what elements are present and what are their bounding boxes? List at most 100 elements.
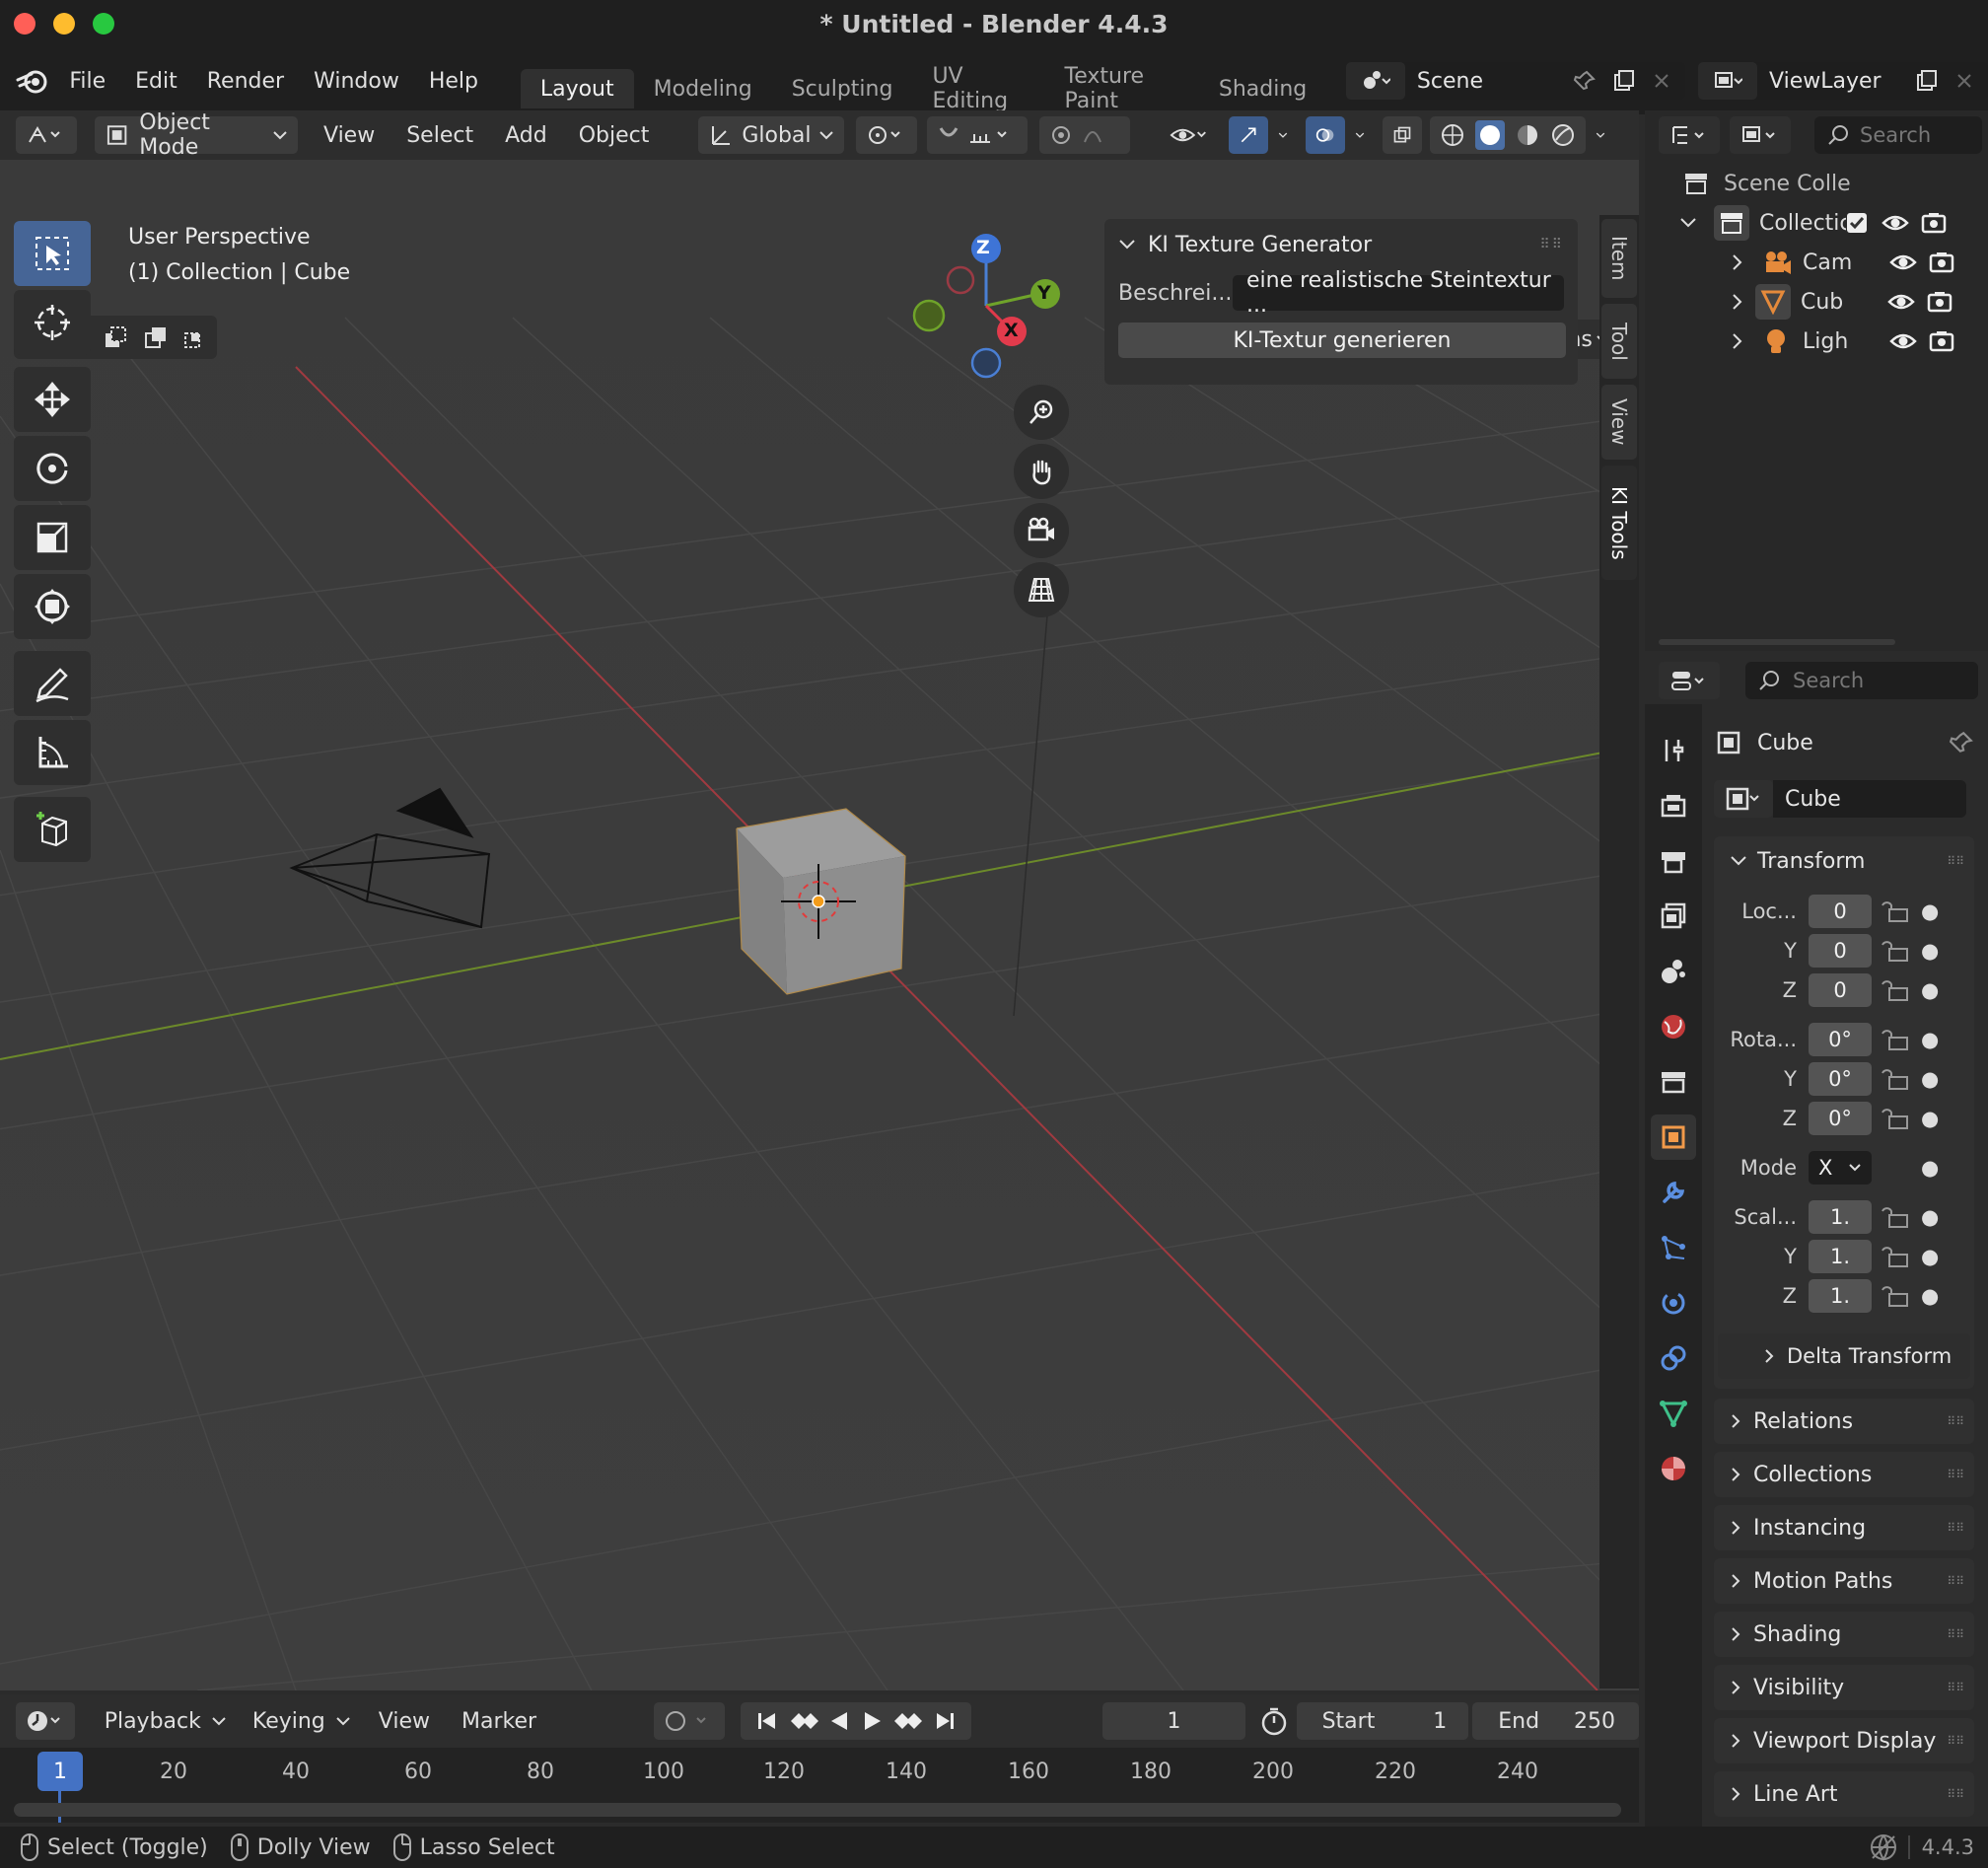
scene-name[interactable]: Scene [1405, 69, 1573, 94]
lock-icon[interactable] [1872, 939, 1909, 963]
rotation-mode-dropdown[interactable]: X [1809, 1151, 1872, 1185]
rotation-z-field[interactable]: 0° [1809, 1102, 1872, 1135]
location-z-field[interactable]: 0 [1809, 973, 1872, 1007]
location-y-field[interactable]: 0 [1809, 934, 1872, 968]
menu-edit[interactable]: Edit [120, 69, 192, 94]
scale-x-field[interactable]: 1. [1809, 1200, 1872, 1234]
rotation-x-field[interactable]: 0° [1809, 1023, 1872, 1056]
pan-hand-icon[interactable] [1014, 444, 1069, 499]
view-layer-properties-tab-icon[interactable] [1651, 894, 1696, 939]
outliner-collection-row[interactable]: Collectic [1645, 203, 1988, 243]
timeline-menu-playback[interactable]: Playback [95, 1702, 237, 1740]
delete-scene-icon[interactable] [1652, 71, 1685, 91]
gizmo-x-label[interactable]: X [1004, 320, 1019, 341]
sidebar-tab-view[interactable]: View [1601, 385, 1637, 460]
delta-transform-header[interactable]: Delta Transform [1718, 1333, 1970, 1379]
outliner-editor-type-icon[interactable] [1659, 116, 1720, 154]
transform-tool[interactable] [14, 574, 91, 639]
instancing-panel-header[interactable]: Instancing ⠿⠿ [1714, 1505, 1974, 1550]
properties-search-field[interactable]: Search [1745, 662, 1978, 699]
move-tool[interactable] [14, 367, 91, 432]
rotation-y-field[interactable]: 0° [1809, 1062, 1872, 1096]
scale-y-field[interactable]: 1. [1809, 1240, 1872, 1273]
pivot-point-icon[interactable] [856, 116, 918, 154]
gizmo-y-label[interactable]: Y [1037, 282, 1051, 304]
jump-to-end-icon[interactable] [933, 1709, 957, 1733]
keyframe-dot-icon[interactable]: ● [1909, 899, 1939, 923]
preview-range-icon[interactable] [1259, 1706, 1297, 1736]
outliner-item-camera[interactable]: Cam [1645, 243, 1988, 282]
sidebar-tab-item[interactable]: Item [1601, 219, 1637, 298]
motion-paths-panel-header[interactable]: Motion Paths ⠿⠿ [1714, 1558, 1974, 1604]
object-mode-dropdown[interactable]: Object Mode [95, 110, 298, 160]
add-cube-tool[interactable] [14, 797, 91, 862]
properties-editor-type-icon[interactable] [1659, 662, 1720, 699]
select-difference-icon[interactable] [138, 320, 174, 355]
sidebar-tab-ki-tools[interactable]: KI Tools [1601, 466, 1637, 580]
output-properties-tab-icon[interactable] [1651, 838, 1696, 884]
keyframe-dot-icon[interactable]: ● [1909, 1284, 1939, 1308]
workspace-tab-uv-editing[interactable]: UV Editing [912, 64, 1044, 113]
keyframe-dot-icon[interactable]: ● [1909, 1028, 1939, 1051]
sidebar-tab-tool[interactable]: Tool [1601, 304, 1637, 379]
jump-to-keyframe-forward-icon[interactable] [893, 1709, 924, 1733]
editor-type-icon[interactable] [16, 116, 77, 154]
outliner-scene-collection[interactable]: Scene Colle [1645, 164, 1988, 203]
workspace-tab-modeling[interactable]: Modeling [634, 69, 772, 108]
end-frame-field[interactable]: End 250 [1472, 1702, 1639, 1740]
annotate-tool[interactable] [14, 651, 91, 716]
outliner-item-light[interactable]: Ligh [1645, 322, 1988, 361]
select-box-tool[interactable] [14, 221, 91, 286]
workspace-tab-shading[interactable]: Shading [1199, 69, 1326, 108]
jump-to-keyframe-back-icon[interactable] [789, 1709, 818, 1733]
ki-panel-header[interactable]: KI Texture Generator ⠿⠿ [1104, 219, 1578, 270]
zoom-icon[interactable] [1014, 385, 1069, 440]
collections-panel-header[interactable]: Collections ⠿⠿ [1714, 1452, 1974, 1497]
viewport-display-panel-header[interactable]: Viewport Display ⠿⠿ [1714, 1718, 1974, 1763]
line-art-panel-header[interactable]: Line Art ⠿⠿ [1714, 1771, 1974, 1817]
eye-icon[interactable] [1889, 331, 1929, 351]
overlays-toggle-icon[interactable] [1306, 116, 1346, 154]
render-properties-tab-icon[interactable] [1651, 783, 1696, 828]
keyframe-dot-icon[interactable]: ● [1872, 1156, 1939, 1180]
scene-properties-tab-icon[interactable] [1651, 949, 1696, 994]
scene-icon[interactable] [1345, 62, 1405, 100]
scale-z-field[interactable]: 1. [1809, 1279, 1872, 1313]
lock-icon[interactable] [1872, 978, 1909, 1002]
scene-selector[interactable]: Scene [1345, 62, 1685, 100]
network-icon[interactable] [1869, 1832, 1898, 1862]
play-icon[interactable] [861, 1709, 885, 1733]
camera-view-icon[interactable] [1014, 503, 1069, 558]
new-scene-icon[interactable] [1612, 69, 1652, 93]
ki-description-input[interactable]: eine realistische Steintextur ... [1233, 268, 1564, 318]
measure-tool[interactable] [14, 720, 91, 785]
relations-panel-header[interactable]: Relations ⠿⠿ [1714, 1399, 1974, 1444]
object-properties-tab-icon[interactable] [1651, 1114, 1696, 1160]
view-layer-icon[interactable] [1698, 62, 1758, 100]
timeline-ruler[interactable]: 1 20 40 60 80 100 120 140 160 180 200 22… [0, 1748, 1639, 1823]
gizmo-toggle-icon[interactable] [1229, 116, 1269, 154]
keyframe-dot-icon[interactable]: ● [1909, 1067, 1939, 1091]
physics-properties-tab-icon[interactable] [1651, 1280, 1696, 1326]
outliner-search-field[interactable]: Search [1814, 116, 1982, 154]
data-properties-tab-icon[interactable] [1651, 1391, 1696, 1436]
keyframe-dot-icon[interactable]: ● [1909, 978, 1939, 1002]
visibility-icon[interactable] [1160, 116, 1221, 154]
auto-keying-icon[interactable] [654, 1702, 726, 1740]
menu-help[interactable]: Help [414, 69, 493, 94]
location-x-field[interactable]: 0 [1809, 895, 1872, 928]
proportional-editing-icon[interactable] [1039, 116, 1131, 154]
eye-icon[interactable] [1889, 252, 1929, 272]
constraints-properties-tab-icon[interactable] [1651, 1335, 1696, 1381]
keyframe-dot-icon[interactable]: ● [1909, 1107, 1939, 1130]
select-subtract-icon[interactable] [98, 320, 133, 355]
camera-render-icon[interactable] [1929, 330, 1954, 352]
menu-window[interactable]: Window [299, 69, 414, 94]
playhead-frame-indicator[interactable]: 1 [37, 1752, 83, 1791]
viewport-menu-add[interactable]: Add [495, 116, 557, 154]
collection-properties-tab-icon[interactable] [1651, 1059, 1696, 1105]
menu-render[interactable]: Render [192, 69, 299, 94]
object-name-field[interactable]: Cube [1773, 780, 1966, 818]
snapping-icon[interactable] [927, 116, 1029, 154]
select-intersect-icon[interactable] [178, 320, 213, 355]
